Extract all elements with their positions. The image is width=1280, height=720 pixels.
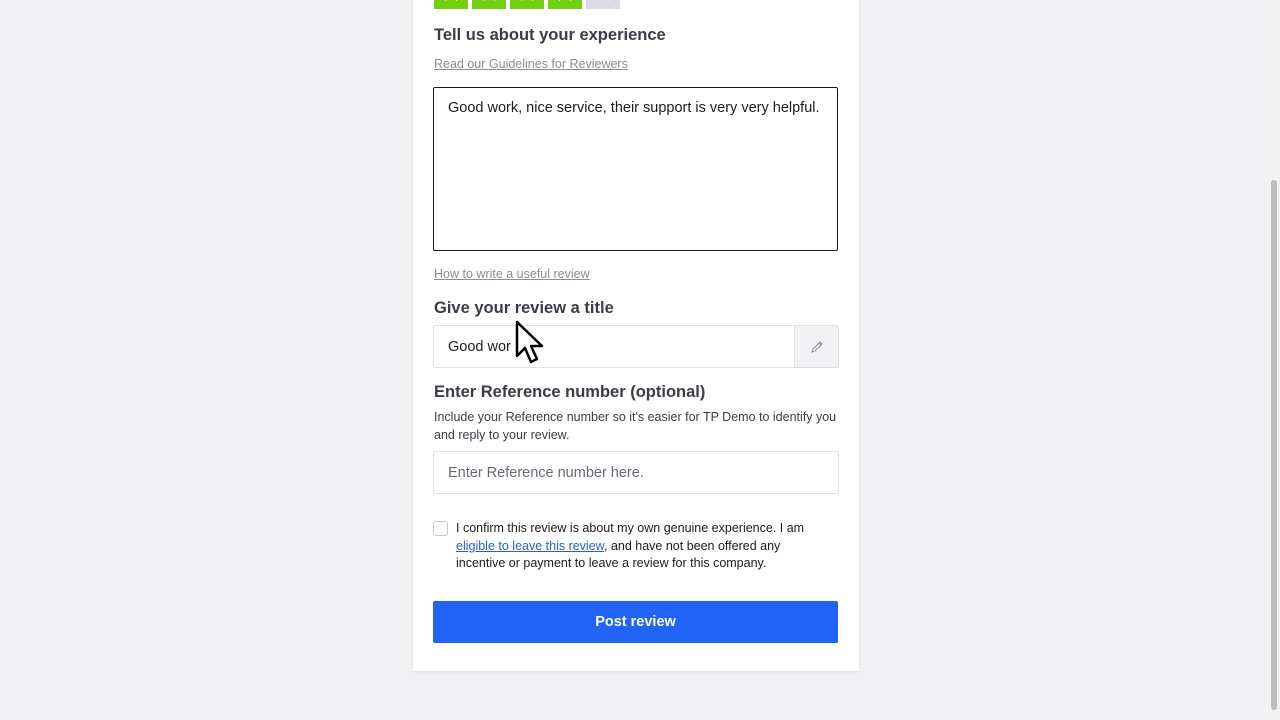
pencil-icon <box>810 340 823 353</box>
confirm-text-before: I confirm this review is about my own ge… <box>456 521 805 535</box>
review-title-input[interactable] <box>434 326 794 367</box>
post-review-button[interactable]: Post review <box>433 601 838 643</box>
star-rating[interactable]: ★ ★ ★ ★ ★ <box>434 0 620 9</box>
star-3[interactable]: ★ <box>510 0 544 9</box>
title-heading: Give your review a title <box>434 299 614 317</box>
review-title-field <box>433 325 839 368</box>
star-5[interactable]: ★ <box>586 0 620 9</box>
star-2[interactable]: ★ <box>472 0 506 9</box>
reference-heading: Enter Reference number (optional) <box>434 383 706 401</box>
reference-description: Include your Reference number so it's ea… <box>434 410 837 442</box>
review-text-input[interactable]: Good work, nice service, their support i… <box>433 87 838 251</box>
confirm-checkbox[interactable] <box>433 521 448 536</box>
guidelines-link[interactable]: Read our Guidelines for Reviewers <box>434 57 628 71</box>
eligible-link[interactable]: eligible to leave this review <box>456 539 604 553</box>
mouse-cursor-icon <box>515 320 544 364</box>
experience-heading: Tell us about your experience <box>434 26 666 44</box>
how-to-write-link[interactable]: How to write a useful review <box>434 267 590 281</box>
star-4[interactable]: ★ <box>548 0 582 9</box>
scrollbar-thumb[interactable] <box>1271 180 1277 710</box>
edit-title-button[interactable] <box>794 326 838 367</box>
scrollbar[interactable] <box>1268 0 1280 720</box>
reference-number-input[interactable] <box>433 451 839 494</box>
confirm-text: I confirm this review is about my own ge… <box>456 520 833 573</box>
star-1[interactable]: ★ <box>434 0 468 9</box>
confirm-section: I confirm this review is about my own ge… <box>433 520 833 573</box>
